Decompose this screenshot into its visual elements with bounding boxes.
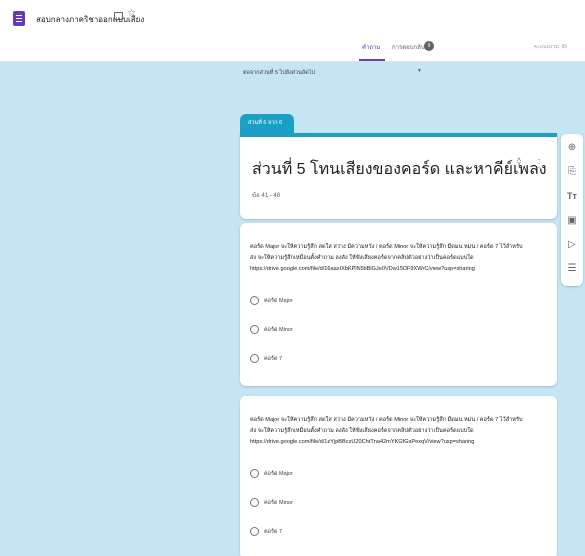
- responses-count-badge: 9: [424, 41, 434, 51]
- forms-app-icon[interactable]: [13, 11, 25, 26]
- question-line: คอร์ด Major จะให้ความรู้สึก สดใส สว่าง ม…: [250, 244, 523, 250]
- tab-questions[interactable]: คำถาม: [362, 42, 380, 52]
- top-bar: สอบกลางภาคริชาออกแบบเสียง ☆: [0, 0, 585, 38]
- question-line: ส่ง จะให้ความรู้สึกเหมือนตั้งคำถาม ลงลัง…: [250, 255, 474, 261]
- radio-button[interactable]: [250, 296, 259, 305]
- chevron-down-icon[interactable]: ▼: [417, 68, 422, 74]
- after-section-select[interactable]: ต่อจากส่วนที่ 5 ไปยังส่วนถัดไป: [243, 69, 315, 77]
- add-video-icon[interactable]: ▷: [566, 239, 578, 251]
- more-vert-icon[interactable]: · · ·: [537, 155, 541, 172]
- folder-icon[interactable]: [114, 12, 123, 20]
- add-question-icon[interactable]: ⊕: [566, 142, 578, 154]
- total-points: คะแนนรวม: 65: [533, 44, 567, 50]
- question-line: ส่ง จะให้ความรู้สึกเหมือนตั้งคำถาม ลงลัง…: [250, 428, 474, 434]
- star-icon[interactable]: ☆: [127, 9, 136, 19]
- section-title[interactable]: ส่วนที่ 5 โทนเสียงของคอร์ด และหาคีย์เพลง: [252, 157, 547, 182]
- form-canvas: ต่อจากส่วนที่ 5 ไปยังส่วนถัดไป ▼ ส่วนที่…: [0, 62, 585, 556]
- radio-button[interactable]: [250, 325, 259, 334]
- option-label: คอร์ด Minor: [264, 327, 293, 333]
- add-section-icon[interactable]: ☰: [566, 263, 578, 275]
- option-label: คอร์ด Minor: [264, 500, 293, 506]
- add-title-icon[interactable]: Tт: [566, 190, 578, 202]
- radio-button[interactable]: [250, 354, 259, 363]
- floating-toolbar: ⊕ ⎘ Tт ▣ ▷ ☰: [561, 134, 583, 286]
- import-questions-icon[interactable]: ⎘: [566, 166, 578, 178]
- tab-bar: คำถาม การตอบกลับ 9 คะแนนรวม: 65: [0, 38, 585, 62]
- question-card[interactable]: คอร์ด Major จะให้ความรู้สึก สดใส สว่าง ม…: [240, 223, 557, 386]
- tab-responses[interactable]: การตอบกลับ: [392, 42, 425, 52]
- question-line: คอร์ด Major จะให้ความรู้สึก สดใส สว่าง ม…: [250, 417, 523, 423]
- radio-button[interactable]: [250, 498, 259, 507]
- option-label: คอร์ด 7: [264, 529, 283, 535]
- question-link[interactable]: https://drive.google.com/file/d/16aaxIXb…: [250, 264, 555, 275]
- collapse-icon[interactable]: ˄ ˅: [515, 157, 523, 168]
- radio-button[interactable]: [250, 527, 259, 536]
- option-label: คอร์ด Major: [264, 471, 293, 477]
- question-card[interactable]: คอร์ด Major จะให้ความรู้สึก สดใส สว่าง ม…: [240, 396, 557, 556]
- question-link[interactable]: https://drive.google.com/file/d/1zYjpBBc…: [250, 437, 555, 448]
- active-tab-indicator: [359, 59, 385, 61]
- radio-button[interactable]: [250, 469, 259, 478]
- section-tab: ส่วนที่ 6 จาก 6: [240, 114, 294, 133]
- option-label: คอร์ด Major: [264, 298, 293, 304]
- add-image-icon[interactable]: ▣: [566, 215, 578, 227]
- section-header-card[interactable]: ส่วนที่ 5 โทนเสียงของคอร์ด และหาคีย์เพลง…: [240, 133, 557, 219]
- section-description[interactable]: ข้อ 41 - 48: [252, 190, 280, 200]
- option-label: คอร์ด 7: [264, 356, 283, 362]
- question-text[interactable]: คอร์ด Major จะให้ความรู้สึก สดใส สว่าง ม…: [250, 242, 555, 275]
- question-text[interactable]: คอร์ด Major จะให้ความรู้สึก สดใส สว่าง ม…: [250, 415, 555, 448]
